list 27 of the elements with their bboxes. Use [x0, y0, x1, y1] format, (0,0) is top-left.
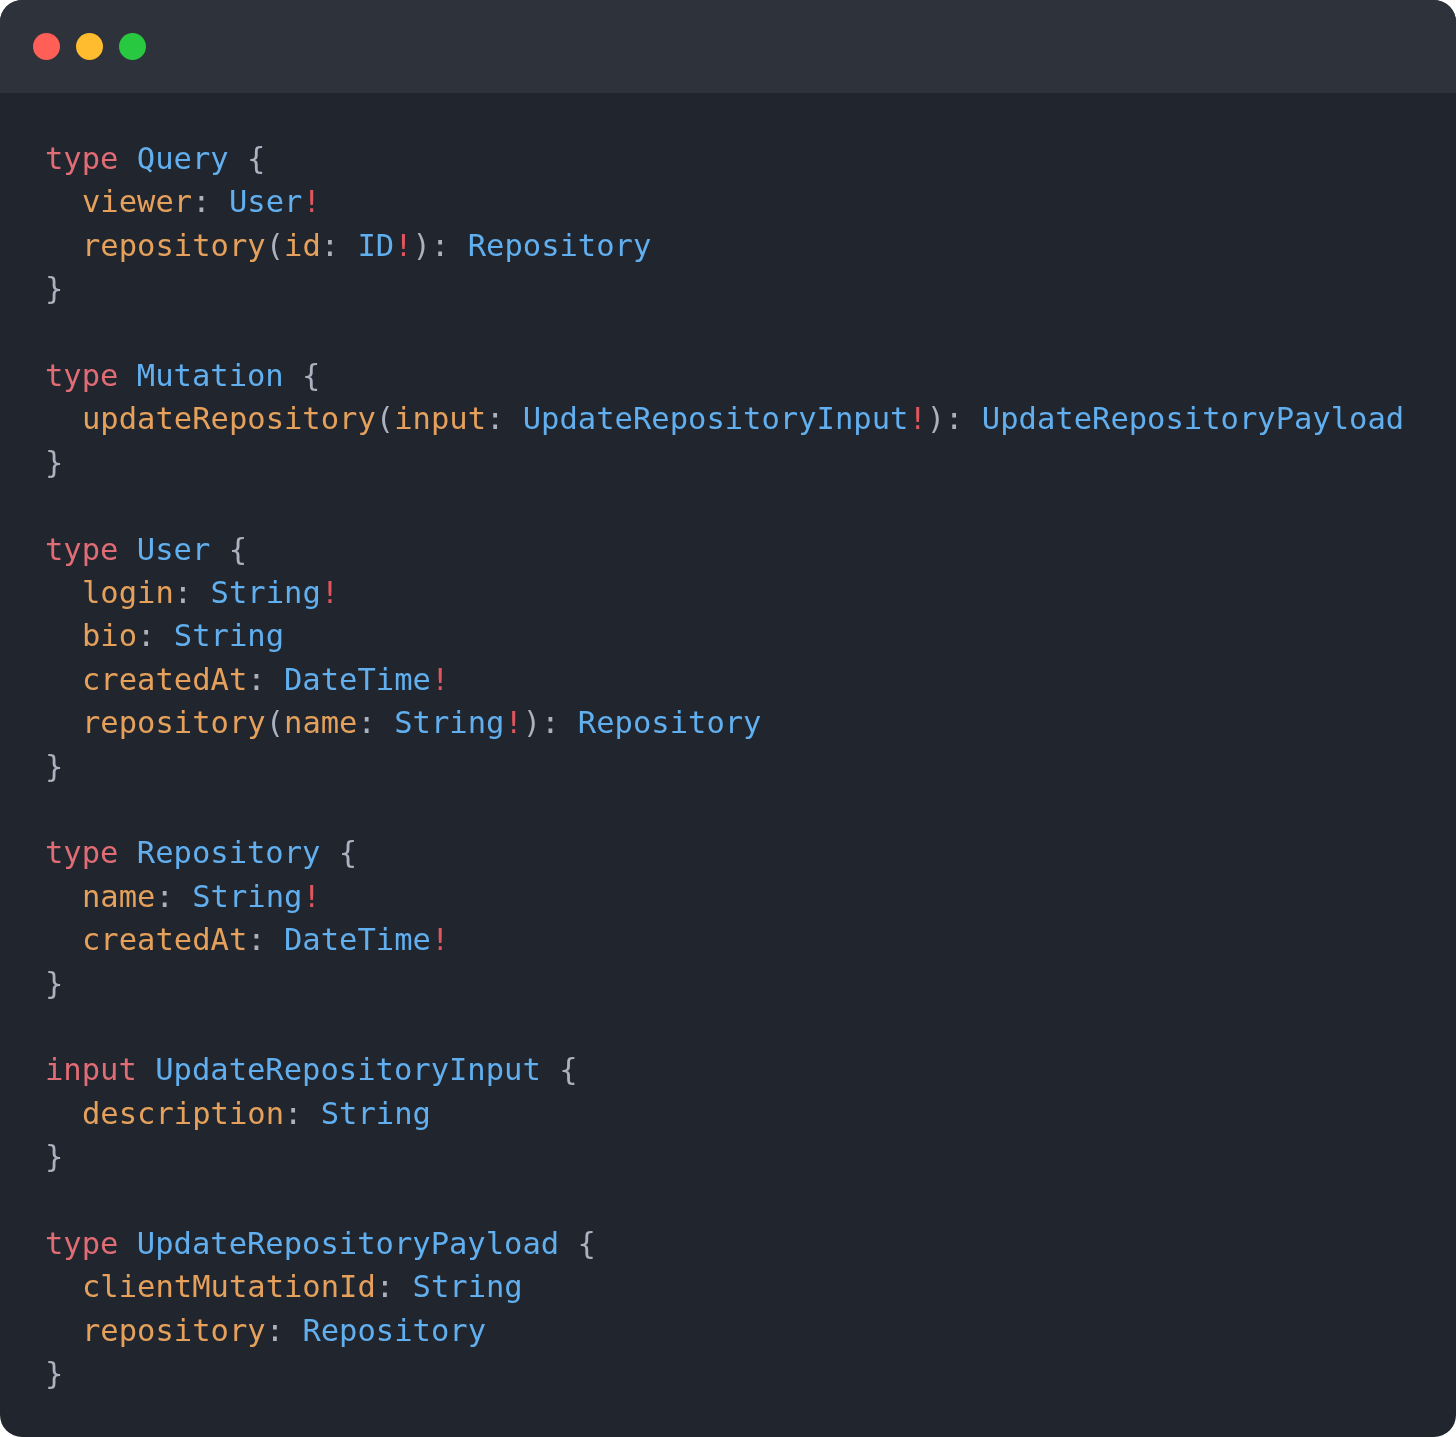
close-button[interactable] [33, 33, 60, 60]
code-line: clientMutationId: String [82, 1268, 523, 1307]
minimize-button[interactable] [76, 33, 103, 60]
code-line: createdAt: DateTime! [82, 921, 450, 960]
maximize-button[interactable] [119, 33, 146, 60]
code-line: repository(name: String!): Repository [82, 704, 762, 743]
code-line: } [45, 1355, 64, 1394]
code-line: } [45, 270, 64, 309]
code-line: type UpdateRepositoryPayload { [45, 1225, 596, 1264]
code-line: bio: String [82, 617, 284, 656]
code-line: description: String [82, 1094, 431, 1133]
code-line: updateRepository(input: UpdateRepositoryInput!): UpdateRepositoryPayload [82, 400, 1405, 439]
code-line: type User { [45, 530, 247, 569]
code-line: } [45, 443, 64, 482]
code-line: type Query { [45, 140, 266, 178]
code-line: type Repository { [45, 834, 358, 873]
code-line: name: String! [82, 877, 321, 916]
code-line: viewer: User! [82, 183, 321, 222]
code-line: createdAt: DateTime! [82, 660, 450, 699]
code-line: } [45, 964, 64, 1003]
code-line: } [45, 747, 64, 786]
code-line: } [45, 1138, 64, 1177]
code-line: login: String! [82, 574, 340, 613]
code-line: type Mutation { [45, 357, 321, 395]
code-line: repository(id: ID!): Repository [82, 226, 652, 265]
code-line: input UpdateRepositoryInput { [45, 1051, 578, 1090]
code-line: repository: Repository [82, 1311, 486, 1350]
